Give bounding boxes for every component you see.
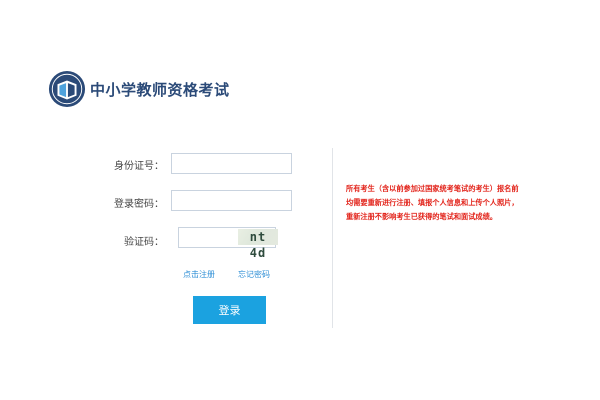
id-number-input[interactable] — [171, 153, 292, 174]
password-label: 登录密码： — [114, 199, 164, 210]
registration-notice: 所有考生（含以前参加过国家统考笔试的考生）报名前均需要重新进行注册、填报个人信息… — [346, 184, 519, 221]
captcha-label: 验证码： — [124, 237, 164, 248]
captcha-image[interactable]: nt 4d — [238, 229, 278, 260]
vertical-divider — [332, 148, 333, 328]
login-button[interactable]: 登录 — [193, 296, 266, 324]
site-title: 中小学教师资格考试 — [90, 81, 230, 99]
password-input[interactable] — [171, 190, 292, 211]
forgot-password-link[interactable]: 忘记密码 — [238, 269, 270, 280]
site-header: 中小学教师资格考试 — [48, 70, 248, 110]
exam-logo-icon — [48, 70, 86, 108]
id-number-label: 身份证号： — [114, 161, 164, 172]
register-link[interactable]: 点击注册 — [183, 269, 215, 280]
